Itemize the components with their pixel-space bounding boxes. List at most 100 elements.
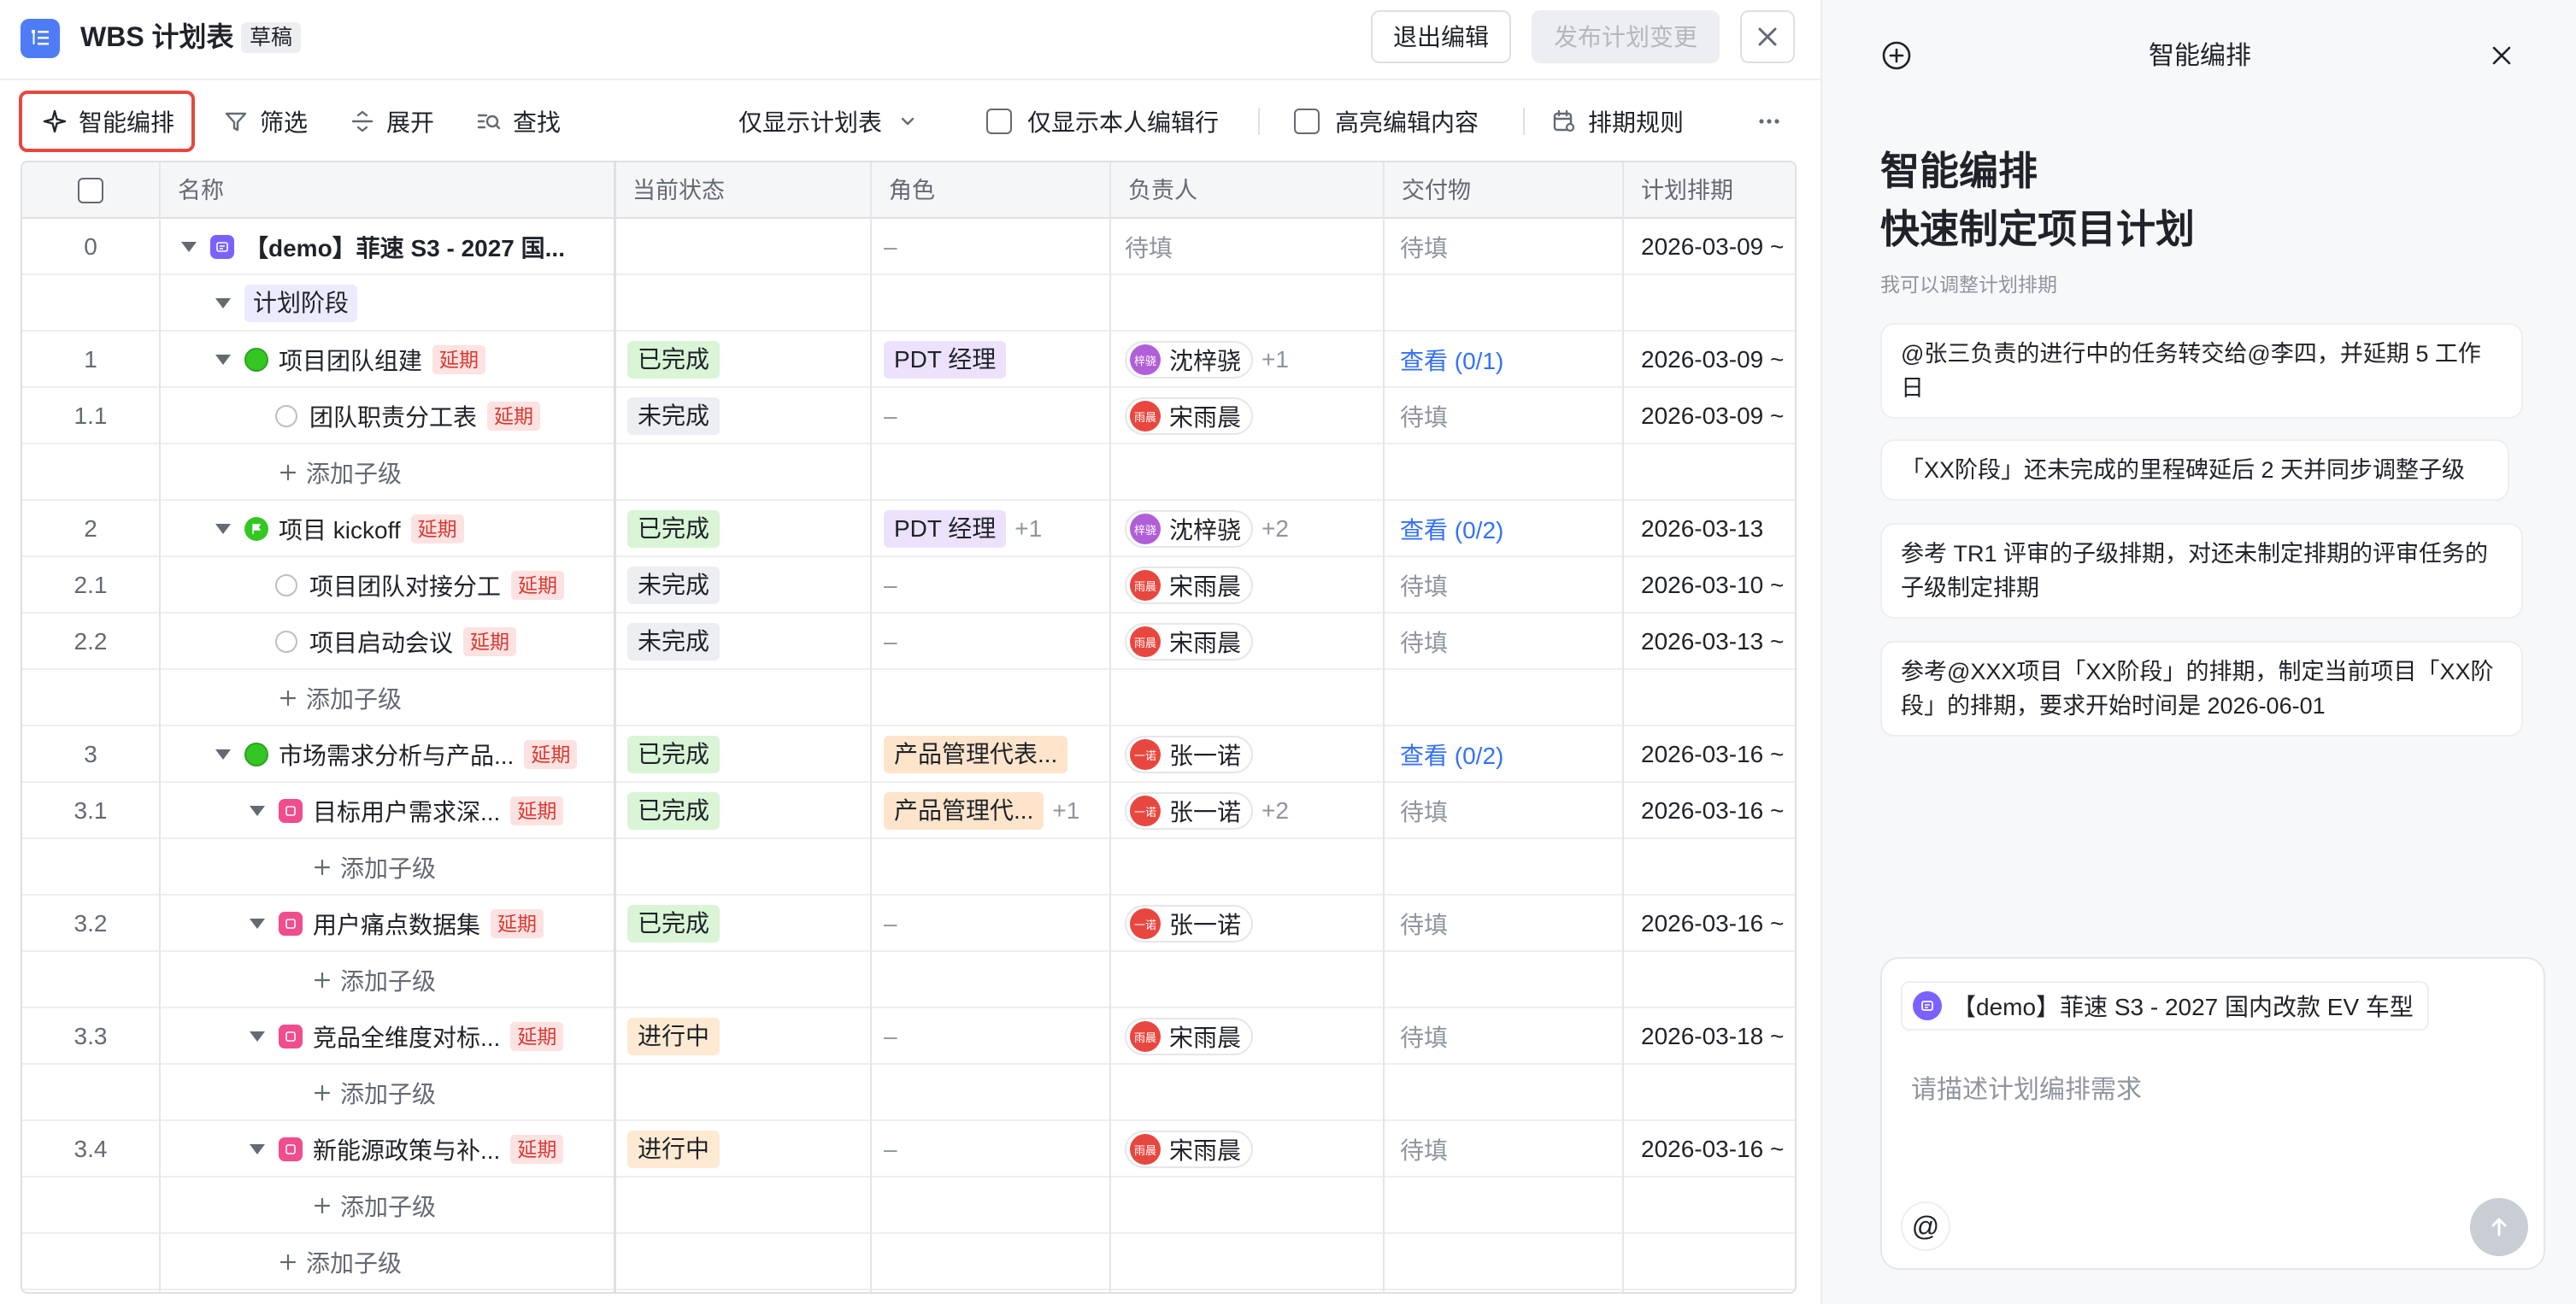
status-pill[interactable]: 进行中 — [627, 1131, 720, 1168]
table-row[interactable]: 添加子级 — [22, 444, 1795, 501]
name-cell[interactable]: 用户痛点数据集 延期 — [250, 896, 605, 952]
deliverable-cell[interactable]: 待填 — [1400, 388, 1448, 444]
deliverable-cell[interactable]: 查看 (0/2) — [1400, 501, 1503, 557]
name-cell[interactable]: 市场需求分析与产品... 延期 — [215, 726, 605, 783]
role-cell[interactable]: – — [884, 388, 1108, 444]
column-header-deliverable[interactable]: 交付物 — [1383, 162, 1471, 219]
deliverable-placeholder[interactable]: 待填 — [1400, 230, 1448, 264]
caret-down-icon[interactable] — [215, 355, 231, 365]
role-pill[interactable]: PDT 经理 — [884, 341, 1007, 379]
deliverable-link[interactable]: 查看 (0/2) — [1400, 512, 1503, 546]
deliverable-placeholder[interactable]: 待填 — [1400, 1132, 1448, 1166]
deliverable-cell[interactable]: 待填 — [1400, 557, 1448, 614]
schedule-date[interactable]: 2026-03-13 — [1641, 515, 1763, 543]
task-name[interactable]: 项目团队组建 — [279, 343, 422, 377]
project-context-chip[interactable]: 【demo】菲速 S3 - 2027 国内改款 EV 车型 — [1901, 981, 2429, 1031]
deliverable-cell[interactable]: 待填 — [1400, 1121, 1448, 1178]
owner-cell[interactable]: 雨晨 宋雨晨 — [1125, 557, 1254, 614]
view-select[interactable]: 仅显示计划表 — [738, 84, 923, 159]
deliverable-placeholder[interactable]: 待填 — [1400, 1019, 1448, 1054]
owner-chip[interactable]: 梓骁 沈梓骁 — [1125, 510, 1254, 548]
add-child-label[interactable]: 添加子级 — [340, 850, 436, 884]
table-row[interactable]: 添加子级 — [22, 839, 1795, 896]
task-name[interactable]: 市场需求分析与产品... — [279, 737, 514, 772]
table-row[interactable]: 添加子级 — [22, 1234, 1795, 1290]
role-pill[interactable]: 产品管理代... — [884, 792, 1044, 830]
column-header-name[interactable]: 名称 — [159, 162, 224, 219]
table-row[interactable]: 添加子级 — [22, 670, 1795, 726]
deliverable-cell[interactable]: 待填 — [1400, 1008, 1448, 1065]
owner-chip[interactable]: 雨晨 宋雨晨 — [1125, 623, 1254, 661]
table-row[interactable]: 3 市场需求分析与产品... 延期 已完成 产品管理代表... 一诺 张一诺 查看 (0/2)… — [22, 726, 1795, 783]
task-name[interactable]: 项目启动会议 — [309, 625, 453, 659]
table-row[interactable]: 3.3 竞品全维度对标... 延期 进行中 – 雨晨 宋雨晨 待填 2026-03-18 ~ — [22, 1008, 1795, 1065]
highlight-edits-checkbox[interactable]: 高亮编辑内容 — [1294, 84, 1479, 159]
owner-cell[interactable]: 一诺 张一诺 — [1125, 726, 1254, 783]
deliverable-link[interactable]: 查看 (0/2) — [1400, 737, 1503, 772]
name-cell[interactable]: 计划阶段 — [215, 275, 605, 332]
owner-cell[interactable]: 梓骁 沈梓骁 +1 — [1125, 332, 1289, 388]
name-cell[interactable]: 竞品全维度对标... 延期 — [250, 1008, 605, 1065]
task-name[interactable]: 竞品全维度对标... — [313, 1019, 500, 1054]
schedule-date[interactable]: 2026-03-10 ~ — [1641, 572, 1784, 599]
status-cell[interactable]: 进行中 — [627, 1008, 720, 1065]
role-cell[interactable]: – — [884, 614, 1108, 670]
schedule-cell[interactable]: 2026-03-13 — [1641, 501, 1795, 557]
schedule-rules-button[interactable]: 排期规则 — [1549, 84, 1684, 159]
table-row[interactable]: 2.2 项目启动会议 延期 未完成 – 雨晨 宋雨晨 待填 2026-03-13 ~ — [22, 614, 1795, 670]
table-row[interactable]: 添加子级 — [22, 1178, 1795, 1234]
role-pill[interactable]: PDT 经理 — [884, 510, 1007, 548]
owner-cell[interactable]: 梓骁 沈梓骁 +2 — [1125, 501, 1289, 557]
status-cell[interactable]: 进行中 — [627, 1121, 720, 1178]
name-cell[interactable]: 项目团队对接分工 延期 — [275, 557, 605, 614]
status-cell[interactable]: 未完成 — [627, 614, 720, 670]
table-row[interactable]: 添加子级 — [22, 952, 1795, 1008]
owner-cell[interactable]: 雨晨 宋雨晨 — [1125, 614, 1254, 670]
close-button[interactable] — [1740, 10, 1795, 63]
table-row[interactable]: 3.1 目标用户需求深... 延期 已完成 产品管理代... +1 一诺 张一诺 +2 待填 202… — [22, 783, 1795, 839]
owner-chip[interactable]: 雨晨 宋雨晨 — [1125, 567, 1254, 604]
deliverable-cell[interactable]: 查看 (0/2) — [1400, 726, 1503, 783]
name-cell[interactable]: 新能源政策与补... 延期 — [250, 1121, 605, 1178]
owner-cell[interactable]: 雨晨 宋雨晨 — [1125, 1121, 1254, 1178]
task-name[interactable]: 用户痛点数据集 — [313, 907, 480, 941]
schedule-date[interactable]: 2026-03-16 ~ — [1641, 910, 1784, 937]
schedule-cell[interactable]: 2026-03-09 ~ — [1641, 388, 1795, 444]
status-cell[interactable]: 未完成 — [627, 557, 720, 614]
schedule-cell[interactable]: 2026-03-18 ~ — [1641, 1008, 1795, 1065]
deliverable-cell[interactable]: 待填 — [1400, 896, 1448, 952]
deliverable-cell[interactable]: 待填 — [1400, 614, 1448, 670]
role-cell[interactable]: 产品管理代表... — [884, 726, 1108, 783]
owner-cell[interactable]: 一诺 张一诺 — [1125, 896, 1254, 952]
owner-chip[interactable]: 一诺 张一诺 — [1125, 792, 1254, 830]
status-pill[interactable]: 进行中 — [627, 1018, 720, 1055]
owner-placeholder[interactable]: 待填 — [1125, 230, 1173, 264]
schedule-date[interactable]: 2026-03-09 ~ — [1641, 233, 1784, 261]
caret-down-icon[interactable] — [215, 524, 231, 534]
role-cell[interactable]: – — [884, 1008, 1108, 1065]
publish-changes-button[interactable]: 发布计划变更 — [1532, 10, 1720, 63]
add-child-label[interactable]: 添加子级 — [340, 963, 436, 997]
suggestion-card[interactable]: @张三负责的进行中的任务转交给@李四，并延期 5 工作日 — [1880, 323, 2523, 419]
add-child-cell[interactable]: 添加子级 — [279, 1234, 402, 1290]
role-cell[interactable]: – — [884, 1121, 1108, 1178]
role-cell[interactable]: – — [884, 557, 1108, 614]
caret-down-icon[interactable] — [181, 242, 197, 252]
schedule-cell[interactable]: 2026-03-09 ~ — [1641, 219, 1795, 275]
schedule-date[interactable]: 2026-03-18 ~ — [1641, 1023, 1784, 1050]
task-name[interactable]: 项目 kickoff — [279, 512, 401, 546]
schedule-date[interactable]: 2026-03-16 ~ — [1641, 797, 1784, 825]
checkbox-box[interactable] — [1294, 109, 1320, 134]
task-name[interactable]: 新能源政策与补... — [313, 1132, 500, 1166]
status-cell[interactable]: 已完成 — [627, 726, 720, 783]
name-cell[interactable]: 项目 kickoff 延期 — [215, 501, 605, 557]
owner-chip[interactable]: 雨晨 宋雨晨 — [1125, 1131, 1254, 1168]
owner-cell[interactable]: 一诺 张一诺 +2 — [1125, 783, 1289, 839]
smart-arrange-button[interactable]: 智能编排 — [39, 84, 174, 159]
name-cell[interactable]: 【demo】菲速 S3 - 2027 国... — [181, 219, 605, 275]
suggestion-card[interactable]: 参考 TR1 评审的子级排期，对还未制定排期的评审任务的子级制定排期 — [1880, 523, 2523, 619]
caret-down-icon[interactable] — [250, 1031, 265, 1042]
schedule-cell[interactable]: 2026-03-16 ~ — [1641, 783, 1795, 839]
table-row[interactable]: 添加子级 — [22, 1065, 1795, 1121]
task-name[interactable]: 团队职责分工表 — [309, 399, 477, 433]
